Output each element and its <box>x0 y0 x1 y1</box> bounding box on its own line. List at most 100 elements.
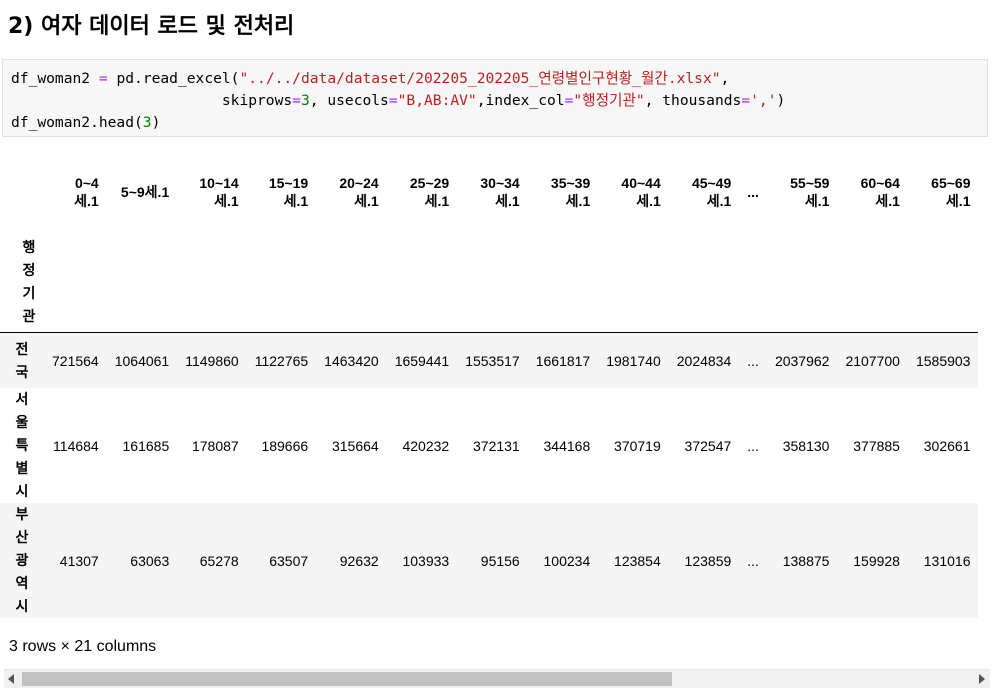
table-cell: 370719 <box>614 437 661 454</box>
column-header-label: 15~19 <box>268 175 309 191</box>
empty-header-cell <box>837 232 908 333</box>
table-cell: 344168 <box>543 437 591 454</box>
column-header: 60~64 세.1 <box>837 152 908 232</box>
index-name-label: 행정기관 <box>22 239 36 324</box>
column-header-label: ... <box>747 184 759 200</box>
table-cell: 721564 <box>52 352 99 369</box>
table-cell: 114684 <box>53 437 99 454</box>
table-cell: 41307 <box>59 552 99 569</box>
column-header-label: 세.1 <box>706 193 732 209</box>
column-header-label: 세.1 <box>283 193 309 209</box>
table-cell: 1122765 <box>254 352 309 369</box>
column-header: 0~4 세.1 <box>44 152 107 232</box>
table-cell: 100234 <box>543 552 591 569</box>
table-cell: 65278 <box>199 552 239 569</box>
column-header: 20~24 세.1 <box>316 152 387 232</box>
empty-header-cell <box>767 232 838 333</box>
scroll-left-arrow-icon[interactable] <box>8 674 14 684</box>
column-header-label: 세.1 <box>424 193 450 209</box>
table-cell: 420232 <box>402 437 450 454</box>
row-index-label: 서울특별시 <box>15 391 29 499</box>
empty-header-cell <box>247 232 316 333</box>
empty-header-cell <box>457 232 528 333</box>
column-header-label: 세.1 <box>804 193 830 209</box>
table-cell: 1659441 <box>394 352 450 369</box>
column-header-label: 세.1 <box>565 193 591 209</box>
table-cell: 131016 <box>923 552 971 569</box>
column-header-row: 0~4 세.1 5~9세.1 10~14 세.1 15~19 세.1 20~24 세.1 25~2… <box>0 152 978 232</box>
table-cell: 189666 <box>261 437 309 454</box>
column-header-label: 세.1 <box>636 193 661 209</box>
column-header: 40~44 세.1 <box>598 152 669 232</box>
empty-header-cell <box>316 232 387 333</box>
table-cell: ... <box>747 352 759 369</box>
table-row: 부 산 광 역 시 41307 63063 65278 63507 92632 103933 9515… <box>0 503 979 618</box>
column-header: 10~14 세.1 <box>177 152 246 232</box>
table-cell: 123859 <box>684 552 732 569</box>
table-cell: 358130 <box>782 437 830 454</box>
column-header-label: 5~9세.1 <box>120 184 170 200</box>
table-cell: 1981740 <box>606 352 661 369</box>
table-cell: 1661817 <box>535 352 591 369</box>
table-cell: 377885 <box>853 437 900 454</box>
column-header-label: 0~4 <box>74 175 99 191</box>
table-cell: 1463420 <box>324 352 379 369</box>
column-header-label: 세.1 <box>945 193 971 209</box>
table-cell: 372547 <box>684 437 732 454</box>
dataframe-output: 0~4 세.1 5~9세.1 10~14 세.1 15~19 세.1 20~24 세.1 25~2… <box>0 152 990 622</box>
table-cell: 95156 <box>480 552 520 569</box>
column-header-label: 세.1 <box>495 193 520 209</box>
table-cell: 123854 <box>614 552 661 569</box>
row-count-text: 3 rows × 21 columns <box>9 638 157 655</box>
empty-header-cell <box>739 232 767 333</box>
table-cell: ... <box>747 552 759 569</box>
table-cell: 1553517 <box>465 352 520 369</box>
column-header-label: 45~49 <box>691 175 732 191</box>
table-cell: 315664 <box>331 437 379 454</box>
column-header: 15~19 세.1 <box>247 152 316 232</box>
column-header: 25~29 세.1 <box>387 152 458 232</box>
column-header-label: 65~69 <box>931 175 971 191</box>
table-cell: 2024834 <box>676 352 732 369</box>
column-header-label: 10~14 <box>199 175 239 191</box>
column-header: ... <box>739 152 767 232</box>
table-cell: 1149860 <box>185 352 239 369</box>
column-header: 30~34 세.1 <box>457 152 528 232</box>
row-index-label: 부산광역시 <box>15 506 29 614</box>
table-cell: 63507 <box>269 552 309 569</box>
scroll-right-arrow-icon[interactable] <box>979 674 985 684</box>
code-cell[interactable]: df_woman2 = pd.read_excel("../../data/da… <box>2 59 988 137</box>
column-header-label: 20~24 <box>339 175 379 191</box>
empty-header-cell <box>107 232 178 333</box>
table-row: 전 국 721564 1064061 1149860 1122765 1463420 1659… <box>0 332 979 388</box>
empty-header-cell <box>44 232 107 333</box>
empty-header-cell <box>598 232 669 333</box>
horizontal-scrollbar[interactable] <box>4 669 990 688</box>
table-cell: 161685 <box>122 437 170 454</box>
column-header-label: 세.1 <box>74 193 99 209</box>
scrollbar-thumb[interactable] <box>22 672 672 686</box>
column-header-label: 55~59 <box>790 175 830 191</box>
column-header: 35~39 세.1 <box>528 152 599 232</box>
empty-header-cell <box>387 232 458 333</box>
column-header-label: 60~64 <box>860 175 900 191</box>
code-input[interactable]: df_woman2 = pd.read_excel("../../data/da… <box>11 68 785 134</box>
table-cell: 63063 <box>130 552 170 569</box>
table-cell: 159928 <box>853 552 900 569</box>
table-cell: 103933 <box>402 552 450 569</box>
empty-header-cell <box>528 232 599 333</box>
table-cell: 92632 <box>339 552 379 569</box>
empty-header-cell <box>908 232 979 333</box>
table-cell: 2037962 <box>774 352 830 369</box>
column-header: 45~49 세.1 <box>669 152 740 232</box>
table-row: 서 울 특 별 시 114684 161685 178087 189666 315664 42023… <box>0 388 978 503</box>
table-cell: 372131 <box>473 437 520 454</box>
column-header: 65~69 세.1 <box>908 152 979 232</box>
table-cell: 2107700 <box>845 352 900 369</box>
table-cell: 1585903 <box>915 352 971 369</box>
table-cell: ... <box>747 437 759 454</box>
empty-header-cell <box>177 232 246 333</box>
row-index-label: 전국 <box>15 340 29 380</box>
column-header-label: 세.1 <box>875 193 900 209</box>
column-header: 55~59 세.1 <box>767 152 838 232</box>
